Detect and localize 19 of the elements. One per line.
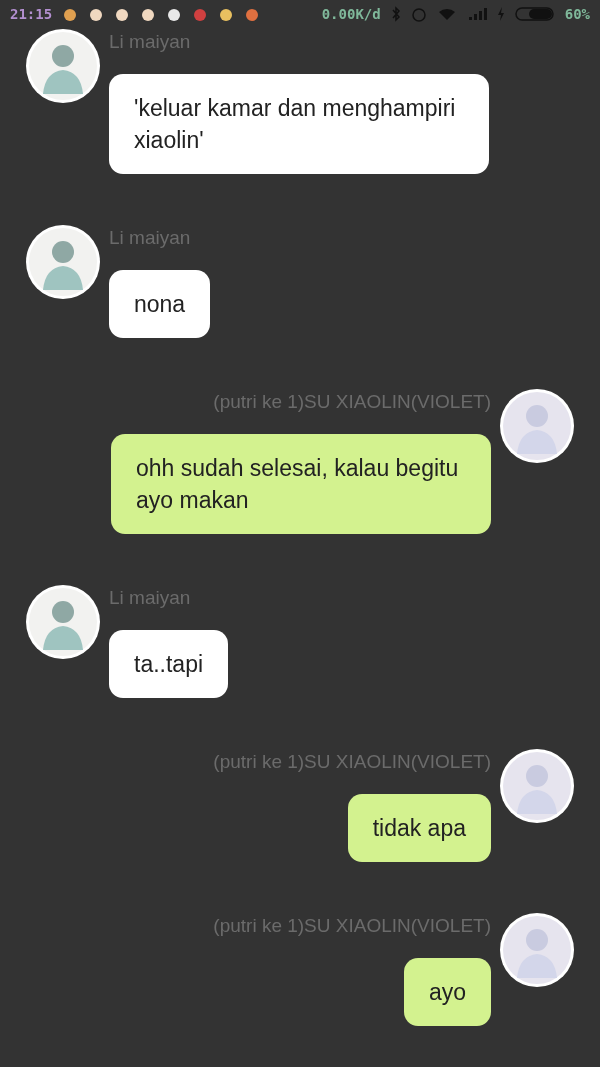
sender-name: (putri ke 1)SU XIAOLIN(VIOLET) bbox=[213, 390, 491, 414]
status-time: 21:15 bbox=[10, 6, 53, 22]
message-bubble: tidak apa bbox=[347, 794, 491, 862]
battery-percent: 60% bbox=[564, 6, 590, 22]
charging-icon bbox=[496, 6, 505, 22]
message-bubble: nona bbox=[109, 270, 211, 338]
message-bubble: ohh sudah selesai, kalau begitu ayo makan bbox=[111, 434, 491, 534]
bluetooth-icon bbox=[390, 6, 401, 22]
sender-name: Li maiyan bbox=[109, 586, 191, 610]
sender-name: (putri ke 1)SU XIAOLIN(VIOLET) bbox=[213, 750, 491, 774]
message-bubble: ayo bbox=[403, 958, 491, 1026]
battery-icon bbox=[514, 6, 555, 22]
sender-name: Li maiyan bbox=[109, 226, 191, 250]
signal-icon bbox=[466, 6, 487, 22]
message-bubble: 'keluar kamar dan menghampiri xiaolin' bbox=[109, 74, 489, 174]
sender-name: Li maiyan bbox=[109, 30, 191, 54]
message-bubble: ta..tapi bbox=[109, 630, 229, 698]
network-speed: 0.00K/d bbox=[321, 6, 381, 22]
sender-name: (putri ke 1)SU XIAOLIN(VIOLET) bbox=[213, 914, 491, 938]
